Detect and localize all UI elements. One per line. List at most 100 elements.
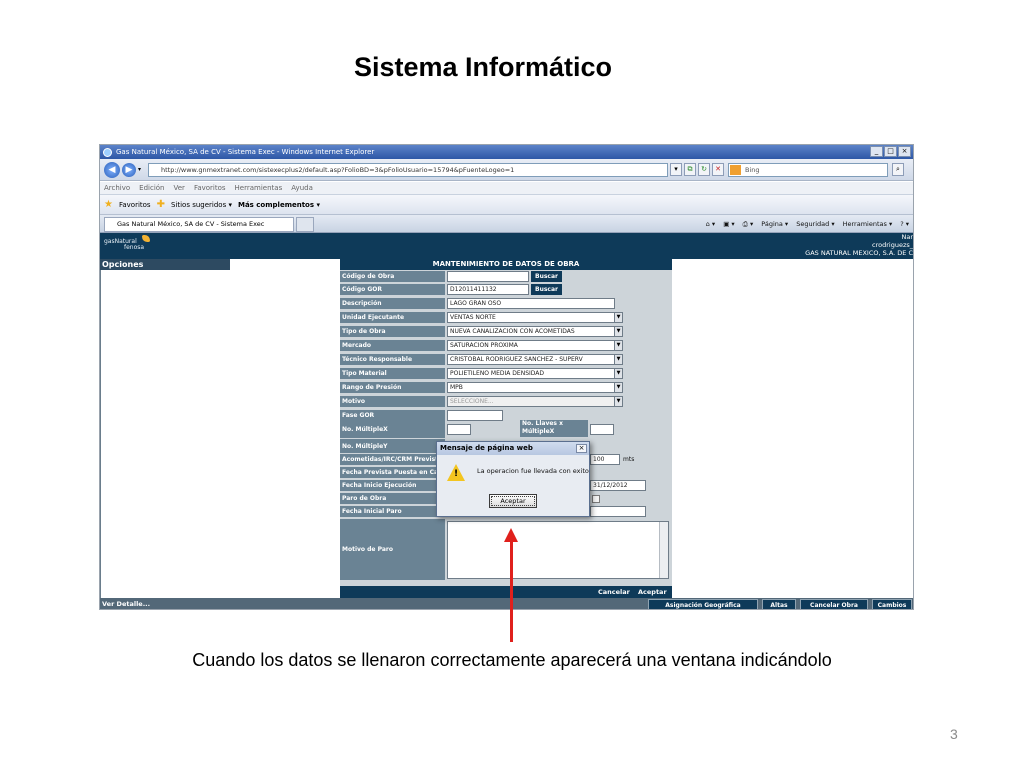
motivo-value: SELECCIONE... bbox=[450, 398, 494, 405]
command-bar: ⌂ ▾ ▣ ▾ ⎙ ▾ Página ▾ Seguridad ▾ Herrami… bbox=[706, 218, 909, 230]
compat-icon[interactable]: ⧉ bbox=[684, 163, 696, 176]
menu-item[interactable]: Herramientas bbox=[235, 182, 283, 194]
select-arrow-icon: ▼ bbox=[614, 313, 622, 322]
menu-item[interactable]: Favoritos bbox=[194, 182, 226, 194]
cancelar-obra-button[interactable]: Cancelar Obra bbox=[800, 599, 868, 609]
mercado-select[interactable]: SATURACION PROXIMA ▼ bbox=[447, 340, 623, 351]
paro-obra-checkbox[interactable] bbox=[592, 495, 600, 503]
suggested-sites-link[interactable]: Sitios sugeridos ▾ bbox=[171, 195, 232, 215]
tipo-material-select[interactable]: POLIETILENO MEDIA DENSIDAD ▼ bbox=[447, 368, 623, 379]
menu-item[interactable]: Archivo bbox=[104, 182, 130, 194]
nav-dropdown-icon[interactable]: ▾ bbox=[138, 166, 141, 173]
form-footer: Cancelar Aceptar bbox=[340, 586, 672, 598]
stop-icon[interactable]: ✕ bbox=[712, 163, 724, 176]
select-arrow-icon: ▼ bbox=[614, 341, 622, 350]
favorites-button[interactable]: Favoritos bbox=[119, 195, 151, 215]
aceptar-button[interactable]: Aceptar bbox=[638, 586, 667, 598]
minimize-icon[interactable]: _ bbox=[870, 146, 883, 157]
page-menu[interactable]: Página ▾ bbox=[761, 218, 788, 230]
label-paro-obra: Paro de Obra bbox=[340, 493, 445, 505]
unidad-ejecutante-value: VENTAS NORTE bbox=[450, 314, 496, 321]
security-menu[interactable]: Seguridad ▾ bbox=[796, 218, 834, 230]
add-favorite-icon[interactable]: ✚ bbox=[157, 195, 165, 215]
select-arrow-icon: ▼ bbox=[614, 327, 622, 336]
select-arrow-icon: ▼ bbox=[614, 397, 622, 406]
altas-button[interactable]: Altas bbox=[762, 599, 796, 609]
label-multiple-y: No. MúltipleY bbox=[340, 439, 445, 454]
app-header: gasNatural fenosa Nar crodriguezs_ GAS N… bbox=[100, 233, 913, 259]
fase-gor-input[interactable] bbox=[447, 410, 503, 421]
message-dialog: Mensaje de página web × ! La operacion f… bbox=[436, 441, 590, 517]
select-arrow-icon: ▼ bbox=[614, 369, 622, 378]
search-input[interactable]: Bing bbox=[728, 163, 888, 177]
label-mercado: Mercado bbox=[340, 340, 445, 352]
print-icon[interactable]: ⎙ ▾ bbox=[743, 218, 754, 230]
fecha-inicio-input[interactable]: 31/12/2012 bbox=[590, 480, 646, 491]
maximize-icon[interactable]: □ bbox=[884, 146, 897, 157]
buscar-obra-button[interactable]: Buscar bbox=[531, 271, 562, 282]
window-title: Gas Natural México, SA de CV - Sistema E… bbox=[116, 148, 375, 156]
tab-bar: Gas Natural México, SA de CV - Sistema E… bbox=[100, 214, 913, 233]
new-tab-button[interactable] bbox=[296, 217, 314, 232]
metros-input[interactable]: 100 bbox=[590, 454, 620, 465]
textarea-scrollbar[interactable] bbox=[659, 522, 668, 578]
label-codigo-obra: Código de Obra bbox=[340, 271, 445, 283]
cambios-button[interactable]: Cambios bbox=[872, 599, 912, 609]
codigo-obra-input[interactable] bbox=[447, 271, 529, 282]
rango-presion-select[interactable]: MPB ▼ bbox=[447, 382, 623, 393]
more-addons-link[interactable]: Más complementos ▾ bbox=[238, 195, 320, 215]
warning-exclamation-icon: ! bbox=[453, 469, 459, 479]
tipo-obra-value: NUEVA CANALIZACION CON ACOMETIDAS bbox=[450, 328, 575, 335]
label-acometidas: Acometidas/IRC/CRM Previst bbox=[340, 454, 445, 466]
llaves-x-input[interactable] bbox=[590, 424, 614, 435]
multiple-x-input[interactable] bbox=[447, 424, 471, 435]
forward-icon[interactable]: ▶ bbox=[122, 163, 136, 177]
motivo-paro-textarea[interactable] bbox=[447, 521, 669, 579]
user-info: Nar crodriguezs_ GAS NATURAL MEXICO, S.A… bbox=[805, 233, 913, 257]
address-bar: ◀ ▶ ▾ http://www.gnmextranet.com/sistexe… bbox=[100, 159, 913, 181]
url-dropdown-icon[interactable]: ▾ bbox=[670, 163, 682, 176]
buscar-gor-button[interactable]: Buscar bbox=[531, 284, 562, 295]
refresh-icon[interactable]: ↻ bbox=[698, 163, 710, 176]
search-icon[interactable]: ⌕ bbox=[892, 163, 904, 176]
menu-item[interactable]: Edición bbox=[139, 182, 164, 194]
metros-unit: mts bbox=[623, 456, 635, 463]
descripcion-input[interactable]: LAGO GRAN OSO bbox=[447, 298, 615, 309]
unidad-ejecutante-select[interactable]: VENTAS NORTE ▼ bbox=[447, 312, 623, 323]
close-icon[interactable]: × bbox=[898, 146, 911, 157]
label-rango-presion: Rango de Presión bbox=[340, 382, 445, 394]
fecha-final-paro-input[interactable] bbox=[590, 506, 646, 517]
dialog-close-icon[interactable]: × bbox=[576, 444, 587, 453]
annotation-arrow-head bbox=[504, 528, 518, 542]
rango-presion-value: MPB bbox=[450, 384, 463, 391]
cancelar-button[interactable]: Cancelar bbox=[598, 586, 630, 598]
label-fecha-inicial-paro: Fecha Inicial Paro bbox=[340, 506, 445, 518]
url-input[interactable]: http://www.gnmextranet.com/sistexecplus2… bbox=[148, 163, 668, 177]
menu-item[interactable]: Ayuda bbox=[291, 182, 313, 194]
menu-item[interactable]: Ver bbox=[174, 182, 185, 194]
page-number: 3 bbox=[950, 726, 958, 742]
label-multiple-x: No. MúltipleX bbox=[340, 420, 445, 439]
label-tecnico: Técnico Responsable bbox=[340, 354, 445, 366]
tab-sistema-exec[interactable]: Gas Natural México, SA de CV - Sistema E… bbox=[104, 217, 294, 232]
help-icon[interactable]: ? ▾ bbox=[900, 218, 909, 230]
bottom-action-bar: Ver Detalle... Asignación Geográfica Alt… bbox=[100, 598, 913, 609]
window-controls: _ □ × bbox=[870, 146, 911, 157]
tipo-obra-select[interactable]: NUEVA CANALIZACION CON ACOMETIDAS ▼ bbox=[447, 326, 623, 337]
codigo-gor-input[interactable]: D12011411132 bbox=[447, 284, 529, 295]
label-tipo-obra: Tipo de Obra bbox=[340, 326, 445, 338]
bing-icon bbox=[730, 165, 741, 175]
dialog-ok-button[interactable]: Aceptar bbox=[489, 494, 537, 508]
home-icon[interactable]: ⌂ ▾ bbox=[706, 218, 715, 230]
ver-detalle-link[interactable]: Ver Detalle... bbox=[102, 598, 150, 609]
tipo-material-value: POLIETILENO MEDIA DENSIDAD bbox=[450, 370, 545, 377]
tools-menu[interactable]: Herramientas ▾ bbox=[843, 218, 893, 230]
motivo-select[interactable]: SELECCIONE... ▼ bbox=[447, 396, 623, 407]
logo-flower-icon bbox=[142, 235, 150, 242]
tecnico-select[interactable]: CRISTOBAL RODRIGUEZ SANCHEZ - SUPERV ▼ bbox=[447, 354, 623, 365]
asignacion-geografica-button[interactable]: Asignación Geográfica bbox=[648, 599, 758, 609]
label-fecha-prevista: Fecha Prevista Puesta en Carg bbox=[340, 467, 445, 479]
feeds-icon[interactable]: ▣ ▾ bbox=[723, 218, 734, 230]
slide-title: Sistema Informático bbox=[353, 52, 613, 82]
back-icon[interactable]: ◀ bbox=[104, 162, 120, 178]
